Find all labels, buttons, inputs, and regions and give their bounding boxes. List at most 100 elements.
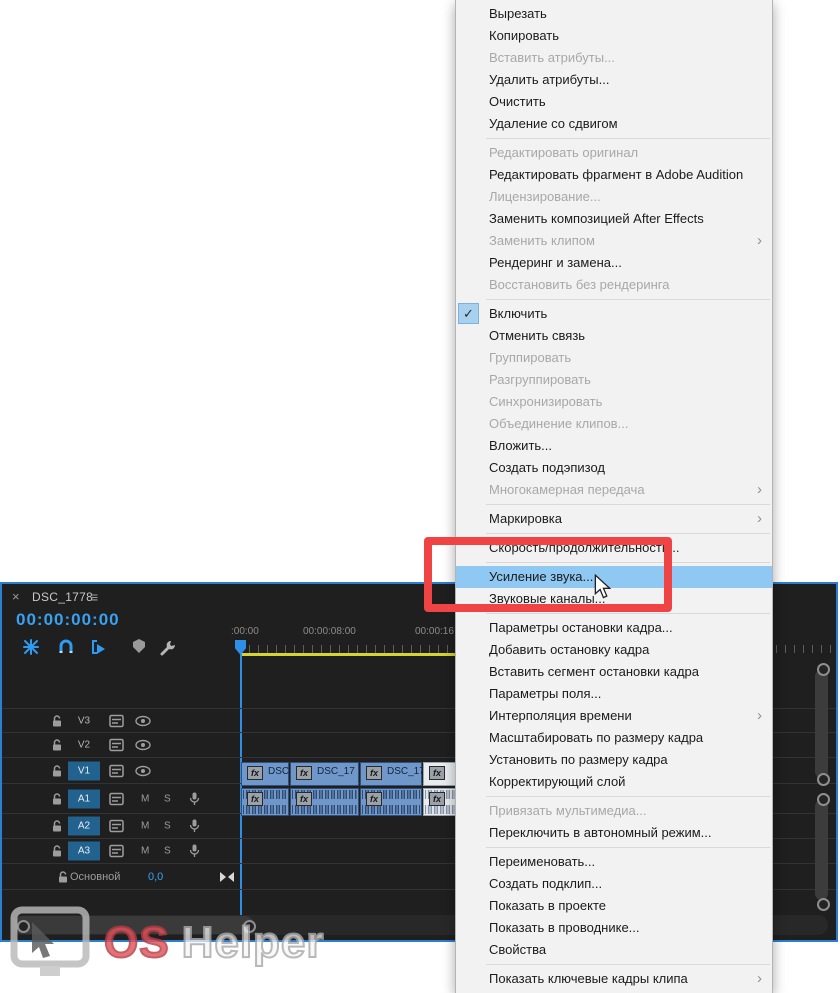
submenu-arrow-icon: › bbox=[757, 508, 762, 529]
menu-item-make-subsequence[interactable]: Создать подэпизод bbox=[456, 457, 772, 479]
fit-icon[interactable] bbox=[220, 872, 234, 882]
menu-item-nest[interactable]: Вложить... bbox=[456, 435, 772, 457]
lock-icon[interactable] bbox=[51, 792, 63, 805]
menu-item-scale-to-frame-size[interactable]: Масштабировать по размеру кадра bbox=[456, 727, 772, 749]
waveform bbox=[362, 805, 420, 814]
menu-item-reveal-in-project[interactable]: Показать в проекте bbox=[456, 895, 772, 917]
video-clip[interactable]: fxDSC bbox=[241, 762, 289, 786]
menu-item-show-clip-keyframes[interactable]: Показать ключевые кадры клипа› bbox=[456, 968, 772, 990]
audio-tracks-scrollbar[interactable] bbox=[815, 800, 828, 900]
linked-selection-icon[interactable] bbox=[90, 638, 108, 656]
voiceover-mic-icon[interactable] bbox=[189, 819, 200, 833]
video-clip[interactable]: fxDSC_17 bbox=[360, 762, 422, 786]
sequence-tab-title[interactable]: DSC_1778 bbox=[32, 590, 93, 604]
menu-item-time-interpolation[interactable]: Интерполяция времени› bbox=[456, 705, 772, 727]
lock-icon[interactable] bbox=[51, 739, 63, 752]
track-target-badge[interactable]: V2 bbox=[68, 736, 100, 755]
menu-item-edit-original: Редактировать оригинал bbox=[456, 142, 772, 164]
check-icon: ✓ bbox=[458, 303, 479, 324]
menu-item-set-to-frame-size[interactable]: Установить по размеру кадра bbox=[456, 749, 772, 771]
track-output-eye-icon[interactable] bbox=[135, 715, 151, 726]
menu-item-make-offline[interactable]: Переключить в автономный режим... bbox=[456, 822, 772, 844]
sync-lock-icon[interactable] bbox=[109, 714, 124, 727]
mute-button[interactable]: M bbox=[141, 846, 149, 857]
fx-badge: fx bbox=[296, 792, 312, 806]
menu-item-properties[interactable]: Свойства bbox=[456, 939, 772, 961]
menu-separator bbox=[486, 796, 770, 797]
sync-lock-icon[interactable] bbox=[109, 739, 124, 752]
menu-item-field-options[interactable]: Параметры поля... bbox=[456, 683, 772, 705]
solo-button[interactable]: S bbox=[164, 793, 171, 804]
lock-icon[interactable] bbox=[51, 820, 63, 833]
menu-separator bbox=[486, 299, 770, 300]
lock-icon[interactable] bbox=[51, 714, 63, 727]
video-clip[interactable]: fxDSC_17 bbox=[290, 762, 359, 786]
solo-button[interactable]: S bbox=[164, 821, 171, 832]
audio-clip[interactable]: fx bbox=[241, 788, 289, 816]
audio-clip[interactable]: fx bbox=[360, 788, 422, 816]
menu-separator bbox=[486, 533, 770, 534]
sync-lock-icon[interactable] bbox=[109, 820, 124, 833]
nest-toggle-icon[interactable] bbox=[22, 638, 40, 656]
menu-item-link-media: Привязать мультимедиа... bbox=[456, 800, 772, 822]
solo-button[interactable]: S bbox=[164, 846, 171, 857]
track-target-badge[interactable]: A3 bbox=[68, 842, 100, 861]
sync-lock-icon[interactable] bbox=[109, 764, 124, 777]
watermark-os-text: OS bbox=[104, 918, 170, 967]
scroll-knob[interactable] bbox=[817, 663, 830, 676]
scroll-knob[interactable] bbox=[817, 793, 830, 806]
clip-label: DSC_17 bbox=[387, 766, 425, 777]
menu-item-reveal-in-explorer[interactable]: Показать в проводнике... bbox=[456, 917, 772, 939]
red-highlight-annotation bbox=[424, 537, 672, 612]
menu-item-edit-in-adobe-audition[interactable]: Редактировать фрагмент в Adobe Audition bbox=[456, 164, 772, 186]
menu-item-rename[interactable]: Переименовать... bbox=[456, 851, 772, 873]
ruler-ticks-left bbox=[240, 645, 457, 653]
ruler-ticks-right bbox=[776, 645, 832, 653]
work-area-bar[interactable] bbox=[240, 653, 457, 656]
scroll-knob[interactable] bbox=[817, 898, 830, 911]
mute-button[interactable]: M bbox=[141, 821, 149, 832]
menu-item-remove-attributes[interactable]: Удалить атрибуты... bbox=[456, 69, 772, 91]
sync-lock-icon[interactable] bbox=[109, 845, 124, 858]
lock-icon[interactable] bbox=[57, 870, 69, 883]
snap-magnet-icon[interactable] bbox=[57, 638, 75, 656]
audio-clip[interactable]: fx bbox=[290, 788, 359, 816]
menu-item-make-subclip[interactable]: Создать подклип... bbox=[456, 873, 772, 895]
menu-item-insert-frame-hold-segment[interactable]: Вставить сегмент остановки кадра bbox=[456, 661, 772, 683]
menu-item-render-and-replace[interactable]: Рендеринг и замена... bbox=[456, 252, 772, 274]
track-output-eye-icon[interactable] bbox=[135, 740, 151, 751]
menu-item-clear[interactable]: Очистить bbox=[456, 91, 772, 113]
panel-close-icon[interactable]: × bbox=[12, 589, 20, 604]
menu-item-ripple-delete[interactable]: Удаление со сдвигом bbox=[456, 113, 772, 135]
marker-icon[interactable] bbox=[131, 638, 149, 656]
track-target-badge[interactable]: A2 bbox=[68, 817, 100, 836]
menu-item-add-frame-hold[interactable]: Добавить остановку кадра bbox=[456, 639, 772, 661]
menu-item-unlink[interactable]: Отменить связь bbox=[456, 325, 772, 347]
scroll-knob[interactable] bbox=[817, 773, 830, 786]
menu-item-copy[interactable]: Копировать bbox=[456, 25, 772, 47]
menu-item-frame-hold-options[interactable]: Параметры остановки кадра... bbox=[456, 617, 772, 639]
panel-menu-icon[interactable]: ≡ bbox=[90, 589, 98, 605]
submenu-arrow-icon: › bbox=[757, 968, 762, 989]
sync-lock-icon[interactable] bbox=[109, 792, 124, 805]
video-tracks-scrollbar[interactable] bbox=[815, 670, 828, 778]
master-gain-value[interactable]: 0,0 bbox=[148, 871, 163, 883]
track-output-eye-icon[interactable] bbox=[135, 765, 151, 776]
menu-item-markers[interactable]: Маркировка› bbox=[456, 508, 772, 530]
menu-item-enable[interactable]: Включить✓ bbox=[456, 303, 772, 325]
menu-item-cut[interactable]: Вырезать bbox=[456, 3, 772, 25]
voiceover-mic-icon[interactable] bbox=[189, 792, 200, 806]
track-target-badge[interactable]: V3 bbox=[68, 711, 100, 730]
os-helper-watermark: OSHelper bbox=[10, 906, 325, 980]
menu-separator bbox=[486, 138, 770, 139]
lock-icon[interactable] bbox=[51, 845, 63, 858]
mute-button[interactable]: M bbox=[141, 793, 149, 804]
lock-icon[interactable] bbox=[51, 764, 63, 777]
menu-item-replace-with-after-effects-composition[interactable]: Заменить композицией After Effects bbox=[456, 208, 772, 230]
track-target-badge[interactable]: A1 bbox=[68, 789, 100, 808]
menu-item-adjustment-layer[interactable]: Корректирующий слой bbox=[456, 771, 772, 793]
voiceover-mic-icon[interactable] bbox=[189, 844, 200, 858]
settings-wrench-icon[interactable] bbox=[158, 638, 176, 656]
playhead-timecode[interactable]: 00:00:00:00 bbox=[16, 610, 120, 630]
track-target-badge[interactable]: V1 bbox=[68, 761, 100, 780]
